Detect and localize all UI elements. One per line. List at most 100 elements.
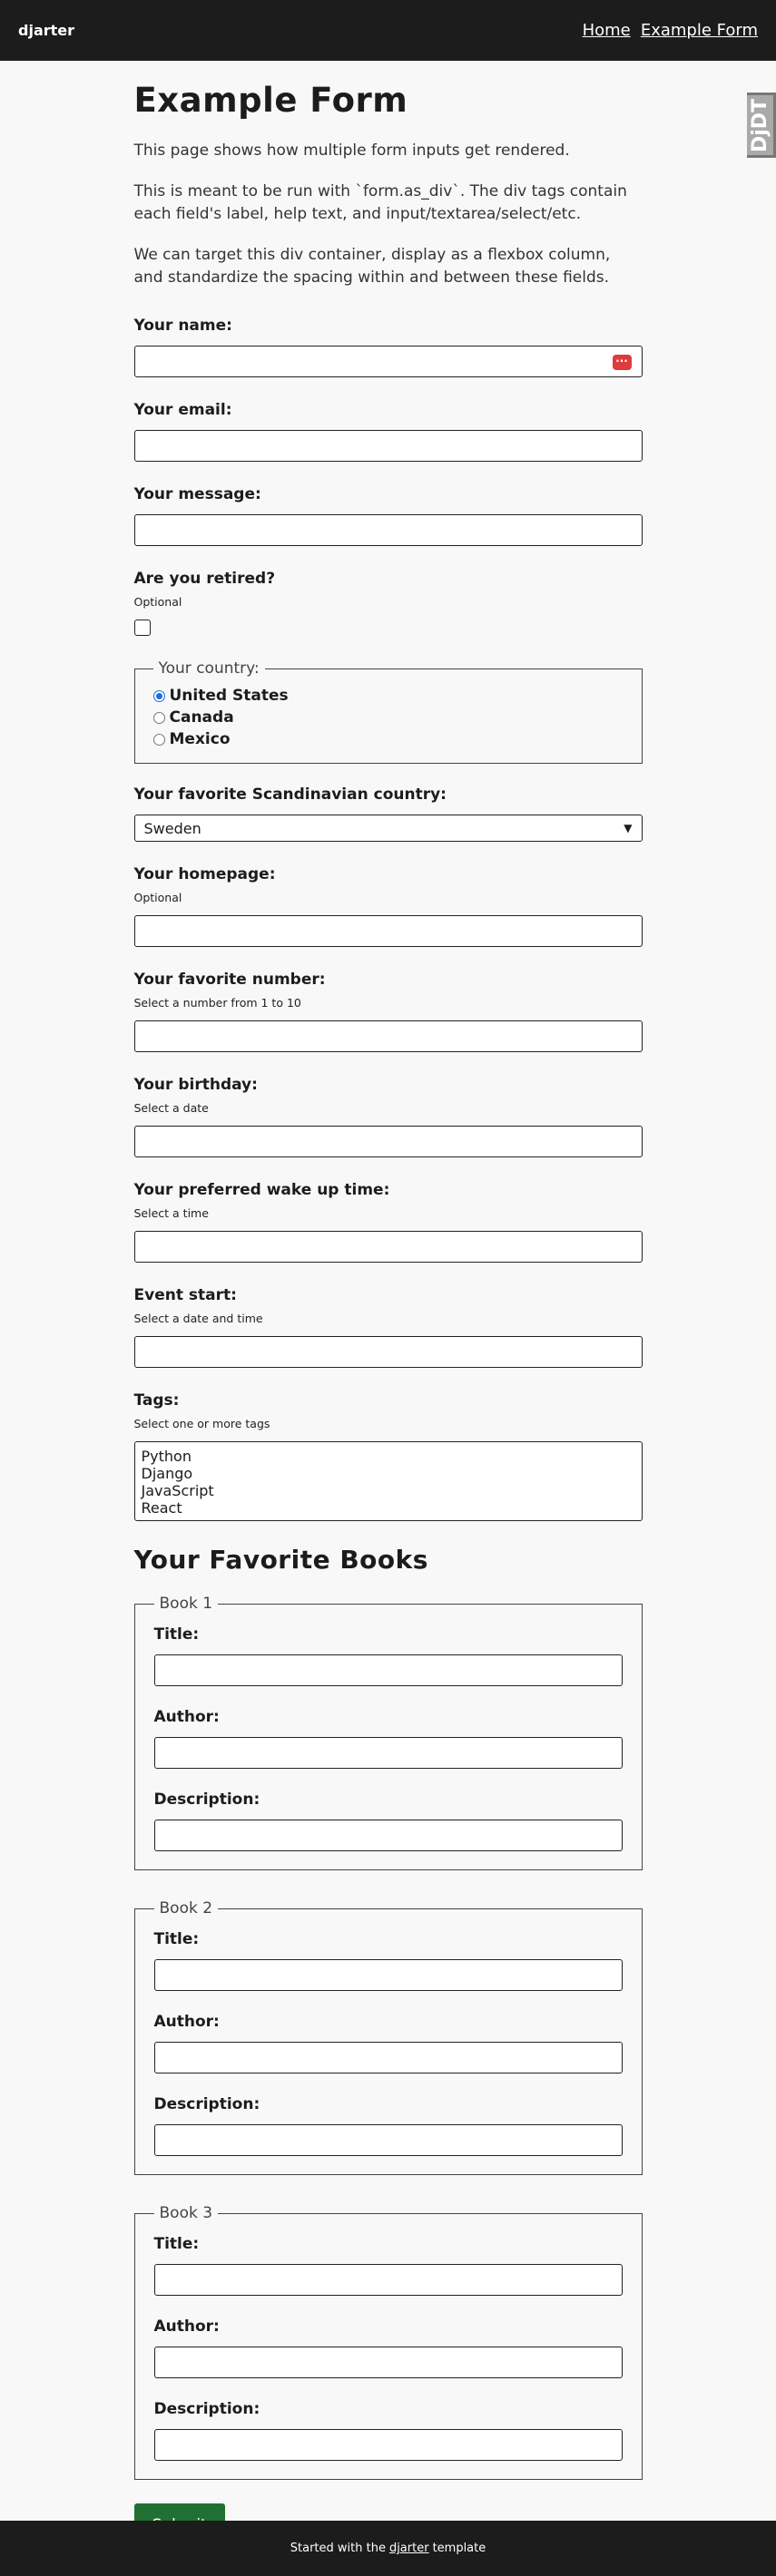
nav-link-home[interactable]: Home [583,21,631,40]
book-description-field: Description: [153,2095,623,2156]
birthday-label: Your birthday: [133,1076,258,1094]
number-label: Your favorite number: [133,971,326,989]
birthday-field: Your birthday: Select a date [133,1076,643,1157]
book-description-label: Description: [153,2400,260,2418]
book-description-input[interactable] [153,2124,623,2156]
main-content: Example Form This page shows how multipl… [133,61,643,2547]
books-heading: Your Favorite Books [133,1545,428,1575]
message-field: Your message: [133,485,643,546]
radio-label: Mexico [169,730,231,748]
book-author-field: Author: [153,2013,623,2073]
footer-prefix: Started with the [290,2542,386,2555]
book-title-field: Title: [153,1930,623,1991]
footer-suffix: template [432,2542,486,2555]
name-label: Your name: [133,317,232,335]
footer-djarter-link[interactable]: djarter [389,2542,429,2555]
radio-option-canada[interactable]: Canada [152,707,624,728]
radio-option-united-states[interactable]: United States [152,685,624,707]
book-author-input[interactable] [153,2347,623,2378]
book-fieldset-1: Book 1 Title: Author: Description: [133,1595,643,1870]
event-start-field: Event start: Select a date and time [133,1286,643,1368]
book-title-field: Title: [153,1625,623,1686]
name-input[interactable] [133,346,643,377]
footer: Started with the djarter template [0,2521,776,2576]
message-label: Your message: [133,485,261,503]
event-start-label: Event start: [133,1286,237,1304]
book-description-field: Description: [153,2400,623,2461]
book-author-label: Author: [153,1708,220,1726]
tags-field: Tags: Select one or more tags Python Dja… [133,1391,643,1521]
wake-time-label: Your preferred wake up time: [133,1181,390,1199]
wake-time-help: Select a time [133,1206,209,1220]
radio-unselected-icon[interactable] [152,711,165,724]
name-input-wrap: ··· [133,346,643,377]
number-help: Select a number from 1 to 10 [133,996,301,1010]
book-title-field: Title: [153,2235,623,2296]
scandinavian-field: Your favorite Scandinavian country: Swed… [133,785,643,842]
password-manager-icon[interactable]: ··· [612,355,632,370]
radio-label: Canada [169,708,234,727]
tag-option[interactable]: JavaScript [142,1482,635,1499]
radio-label: United States [169,687,289,705]
homepage-help: Optional [133,891,182,904]
book-legend: Book 1 [159,1595,213,1613]
tag-option[interactable]: Python [142,1448,635,1465]
tags-label: Tags: [133,1391,180,1410]
scandinavian-select[interactable]: Sweden ▼ [133,815,643,842]
book-title-label: Title: [153,1930,200,1948]
book-author-input[interactable] [153,1737,623,1769]
book-fieldset-2: Book 2 Title: Author: Description: [133,1899,643,2175]
book-title-input[interactable] [153,2264,623,2296]
intro-paragraph-2: This is meant to be run with `form.as_di… [133,182,627,223]
book-description-field: Description: [153,1791,623,1851]
homepage-input[interactable] [133,915,643,947]
message-input[interactable] [133,514,643,546]
tag-option[interactable]: Django [142,1465,635,1482]
email-field: Your email: [133,401,643,462]
email-input[interactable] [133,430,643,462]
book-author-field: Author: [153,1708,623,1769]
brand-logo[interactable]: djarter [18,22,74,39]
book-author-label: Author: [153,2013,220,2031]
radio-option-mexico[interactable]: Mexico [152,728,624,750]
homepage-field: Your homepage: Optional [133,865,643,947]
book-title-input[interactable] [153,1654,623,1686]
birthday-input[interactable] [133,1126,643,1157]
tag-option[interactable]: React [142,1499,635,1517]
debug-toolbar-tab[interactable]: DjDT [747,93,776,158]
book-description-label: Description: [153,2095,260,2113]
book-description-input[interactable] [153,2429,623,2461]
book-author-input[interactable] [153,2042,623,2073]
book-description-label: Description: [153,1791,260,1809]
country-radio-group: Your country: United States Canada Mexic… [133,659,643,764]
nav-links: Home Example Form [577,21,758,40]
radio-unselected-icon[interactable] [152,733,165,746]
book-title-label: Title: [153,2235,200,2253]
name-field: Your name: ··· [133,317,643,377]
book-legend: Book 3 [159,2204,213,2222]
intro-paragraph-3: We can target this div container, displa… [133,246,611,287]
book-legend: Book 2 [159,1899,213,1917]
wake-time-input[interactable] [133,1231,643,1263]
retired-field: Are you retired? Optional [133,570,643,636]
intro-paragraph-1: This page shows how multiple form inputs… [133,141,570,160]
tags-multiselect[interactable]: Python Django JavaScript React [133,1441,643,1521]
birthday-help: Select a date [133,1101,209,1115]
event-start-input[interactable] [133,1336,643,1368]
country-legend: Your country: [158,659,260,678]
tags-help: Select one or more tags [133,1417,270,1430]
page-title: Example Form [133,81,408,120]
wake-time-field: Your preferred wake up time: Select a ti… [133,1181,643,1263]
radio-selected-icon[interactable] [152,689,165,702]
nav-link-example-form[interactable]: Example Form [641,21,758,40]
book-fieldset-3: Book 3 Title: Author: Description: [133,2204,643,2480]
event-start-help: Select a date and time [133,1312,263,1325]
homepage-label: Your homepage: [133,865,276,883]
book-description-input[interactable] [153,1820,623,1851]
book-author-label: Author: [153,2317,220,2336]
chevron-down-icon: ▼ [624,822,633,834]
book-title-label: Title: [153,1625,200,1644]
retired-checkbox[interactable] [133,620,151,636]
number-input[interactable] [133,1020,643,1052]
book-title-input[interactable] [153,1959,623,1991]
